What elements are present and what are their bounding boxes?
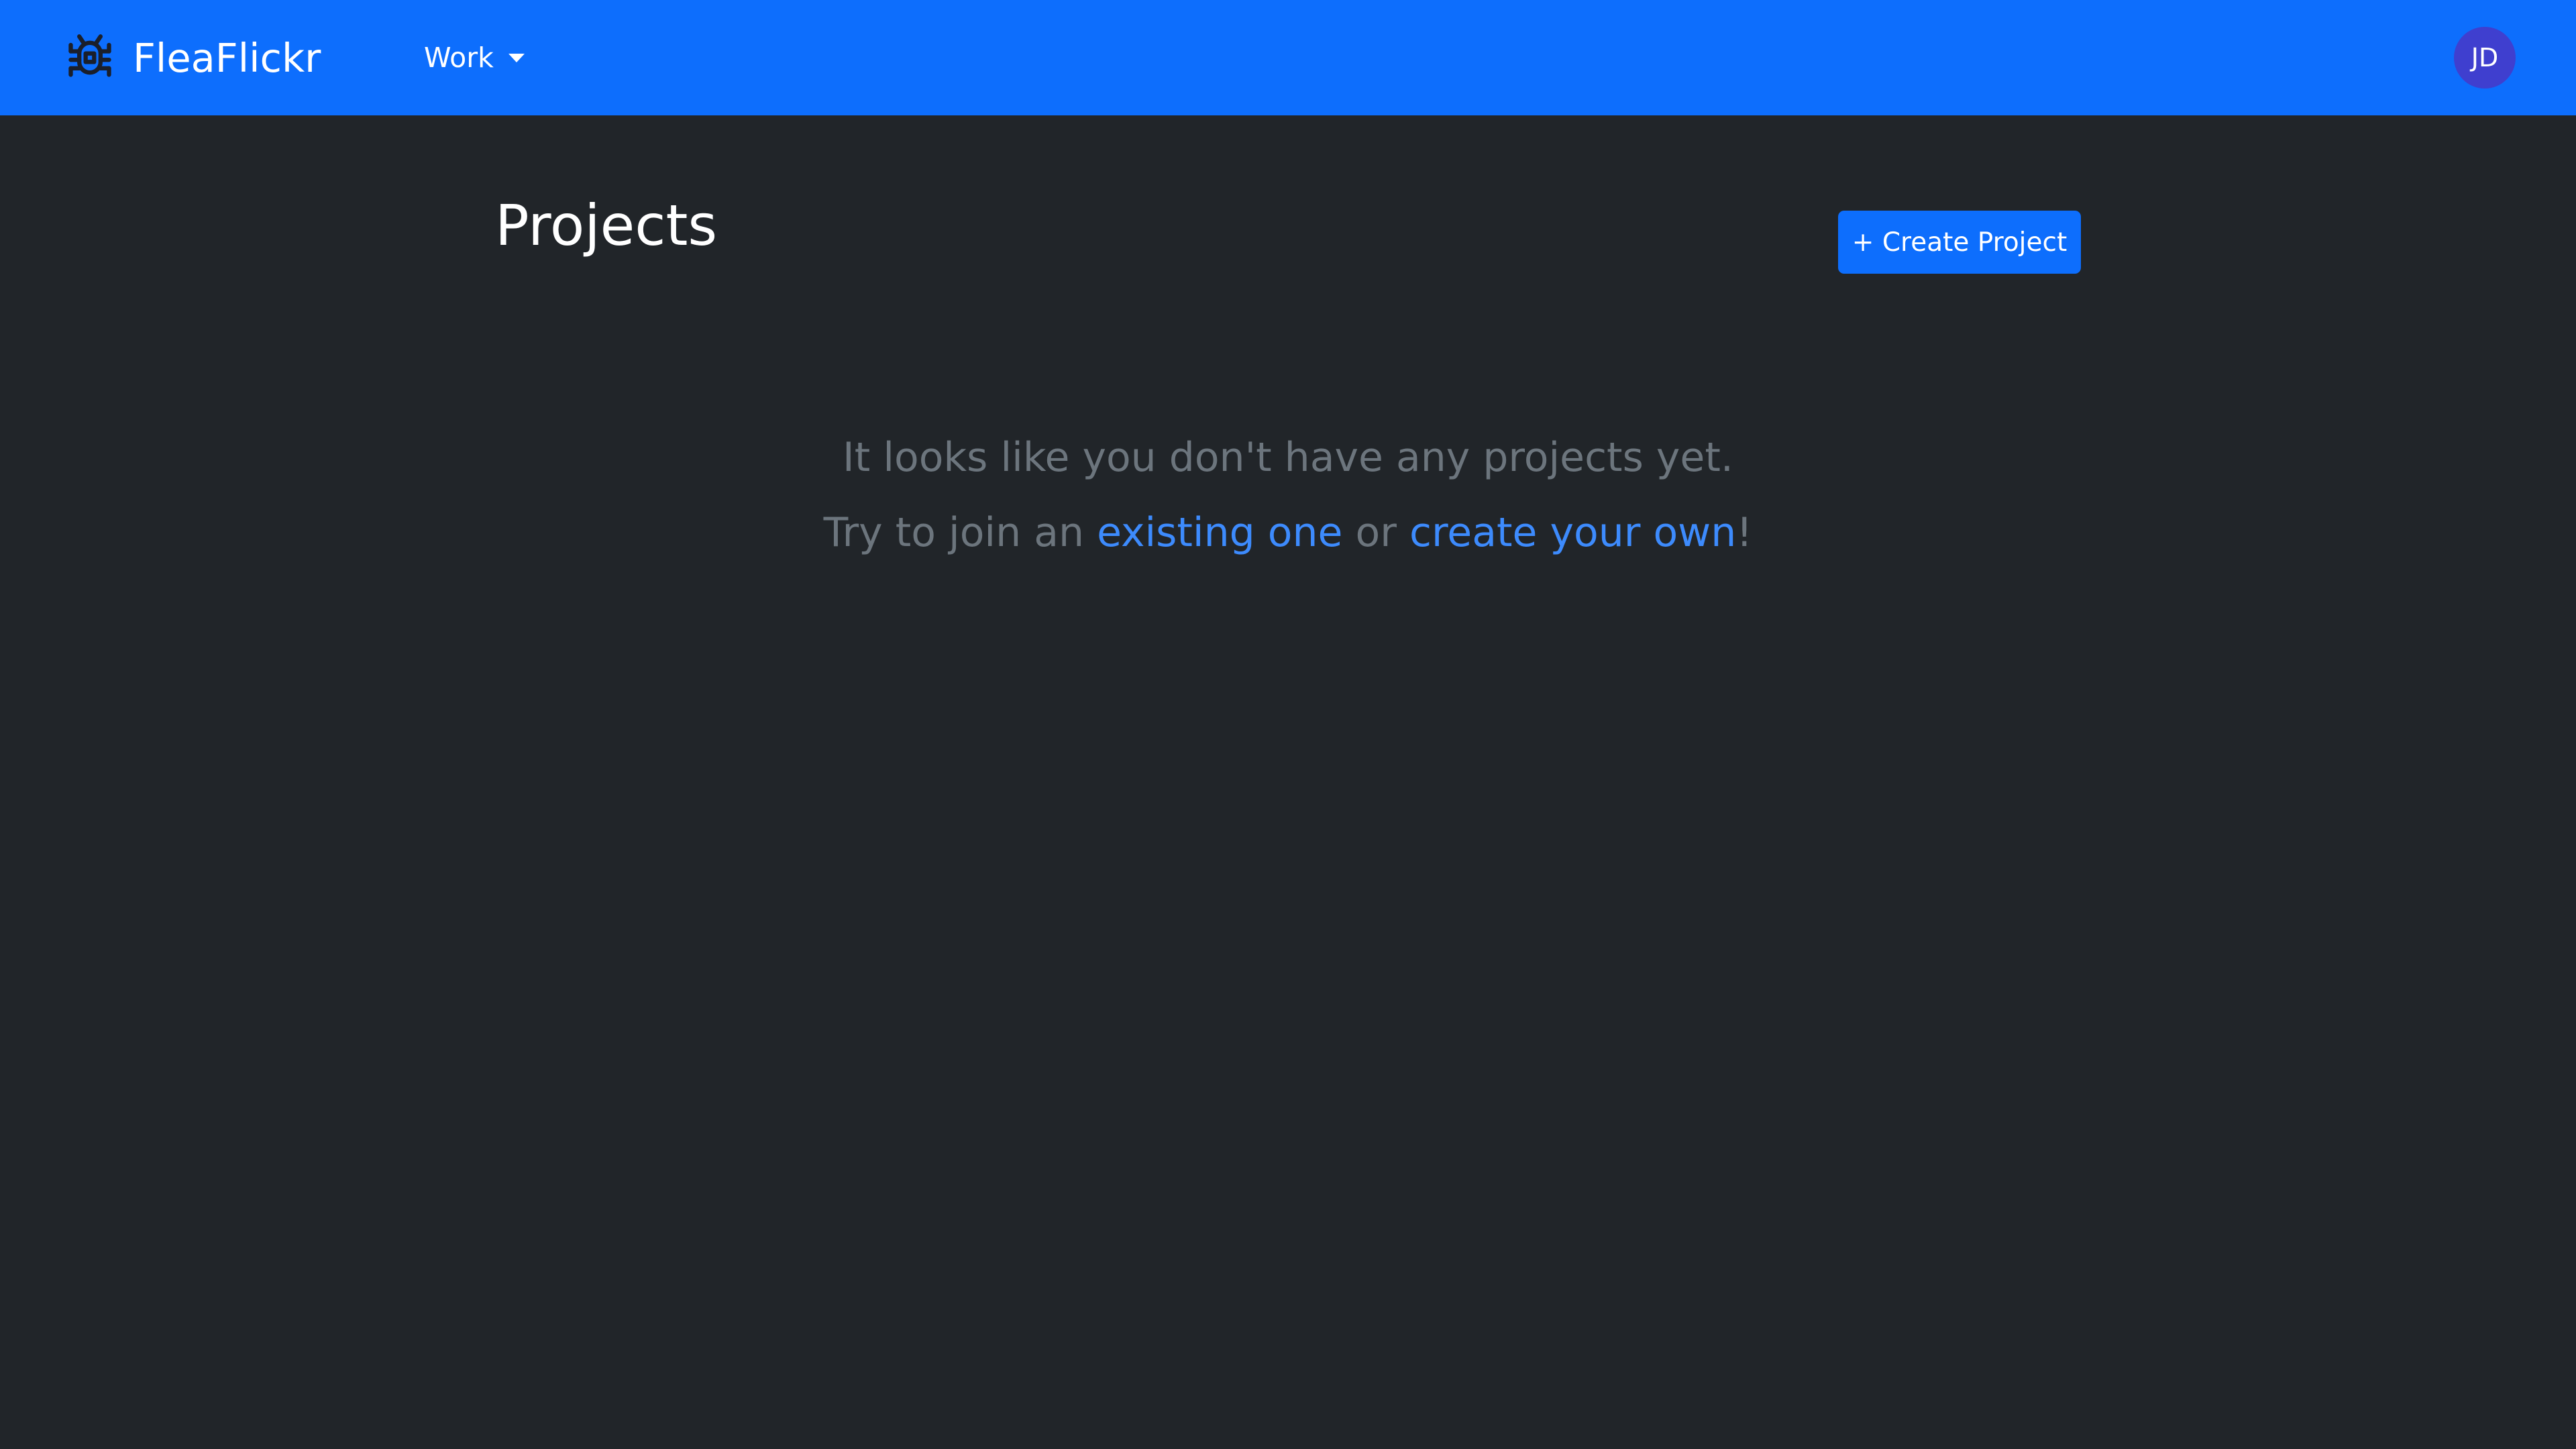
page-title: Projects <box>495 193 718 258</box>
avatar-initials: JD <box>2471 43 2499 72</box>
empty-state-prompt: Try to join an existing one or create yo… <box>0 504 2576 561</box>
create-project-button[interactable]: + Create Project <box>1838 211 2081 274</box>
prompt-suffix: ! <box>1736 509 1753 556</box>
bug-icon <box>64 32 115 83</box>
brand-name: FleaFlickr <box>133 34 321 81</box>
chevron-down-icon <box>508 53 525 62</box>
workspace-label: Work <box>424 42 494 74</box>
create-own-link[interactable]: create your own <box>1409 509 1736 556</box>
user-avatar[interactable]: JD <box>2454 27 2516 89</box>
prompt-prefix: Try to join an <box>823 509 1084 556</box>
workspace-dropdown[interactable]: Work <box>424 35 525 80</box>
top-navbar: FleaFlickr Work JD <box>0 0 2576 115</box>
empty-state: It looks like you don't have any project… <box>0 429 2576 561</box>
brand-link[interactable]: FleaFlickr <box>64 27 321 89</box>
empty-state-message: It looks like you don't have any project… <box>843 434 1733 481</box>
prompt-middle: or <box>1355 509 1397 556</box>
join-existing-link[interactable]: existing one <box>1097 509 1342 556</box>
